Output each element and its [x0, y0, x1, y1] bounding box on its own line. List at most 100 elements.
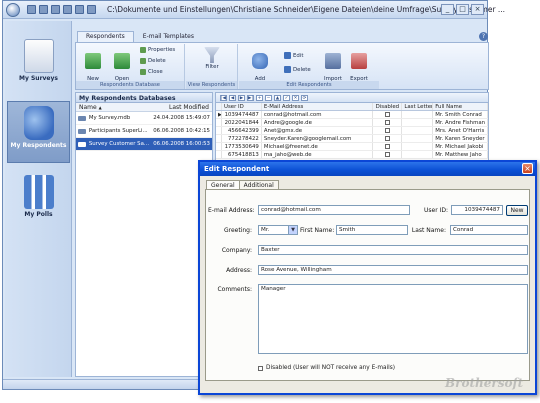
database-name: Survey Customer Sa... — [88, 141, 150, 147]
cancel-record-button[interactable]: ✕ — [292, 95, 299, 101]
app-menu-button[interactable] — [6, 3, 20, 17]
people-icon — [23, 106, 54, 140]
prev-record-button[interactable]: ◀ — [229, 95, 236, 101]
close-database-button[interactable]: Close — [140, 69, 163, 75]
cell-full-name: Mr. Matthew Jaho — [433, 151, 489, 158]
cell-email: Anet@gmx.de — [262, 127, 374, 134]
edit-label: Edit — [293, 52, 304, 59]
refresh-button[interactable]: ⟳ — [301, 95, 308, 101]
tab-email-templates[interactable]: E-mail Templates — [134, 31, 203, 42]
email-field[interactable]: conrad@hotmail.com — [258, 205, 410, 215]
open-icon[interactable] — [39, 5, 48, 14]
cell-full-name: Mr. Michael Jakobi — [433, 143, 489, 150]
new-id-button[interactable]: New — [506, 205, 528, 216]
disabled-checkbox[interactable] — [384, 152, 390, 157]
address-label: Address: — [226, 267, 252, 274]
new-icon[interactable] — [27, 5, 36, 14]
sort-asc-icon: ▲ — [98, 105, 102, 110]
delete-database-button[interactable]: Delete — [140, 58, 166, 64]
delete-user-icon — [284, 66, 291, 73]
delete-label: Delete — [293, 66, 311, 73]
table-row[interactable]: 2022041844 Andre@google.de Mr. Andre Fis… — [216, 119, 489, 127]
help-icon[interactable]: ? — [479, 32, 488, 41]
edit-respondent-button[interactable]: Edit — [284, 52, 303, 59]
save-icon[interactable] — [51, 5, 60, 14]
general-panel: E-mail Address: conrad@hotmail.com User … — [205, 189, 530, 381]
company-field[interactable]: Baxter — [258, 245, 528, 255]
database-name: My Survey.mdb — [88, 115, 131, 121]
nav-label: My Respondents — [10, 142, 67, 149]
database-row[interactable]: Participants SuperLi... 06.06.2008 10:42:… — [76, 125, 212, 138]
database-date: 24.04.2008 15:49:07 — [153, 115, 210, 121]
disabled-checkbox[interactable] — [384, 120, 390, 125]
add-user-icon — [252, 53, 268, 69]
export-icon — [351, 53, 367, 69]
next-record-button[interactable]: ▶ — [238, 95, 245, 101]
print-icon[interactable] — [63, 5, 72, 14]
cell-disabled — [373, 111, 403, 118]
quick-access-toolbar — [27, 5, 96, 14]
cell-user-id: 1773530649 — [222, 143, 262, 150]
close-button[interactable]: × — [471, 4, 484, 15]
cell-user-id: 1039474487 — [222, 111, 262, 118]
panel-title: My Respondents Databases — [76, 93, 212, 103]
cell-disabled — [373, 127, 403, 134]
col-full-name[interactable]: Full Name — [433, 103, 489, 110]
table-row[interactable]: 675418813 ma_jaho@web.de Mr. Matthew Jah… — [216, 151, 489, 159]
close-database-label: Close — [148, 69, 163, 75]
maximize-button[interactable]: □ — [456, 4, 469, 15]
nav-my-polls[interactable]: My Polls — [7, 171, 70, 227]
table-row[interactable]: 456642399 Anet@gmx.de Mrs. Anet O'Harris — [216, 127, 489, 135]
address-field[interactable]: Rose Avenue, Willingham — [258, 265, 528, 275]
disabled-option[interactable]: Disabled (User will NOT receive any E-ma… — [258, 365, 395, 371]
col-modified-header[interactable]: Last Modified — [169, 104, 209, 111]
col-name-header[interactable]: Name ▲ — [79, 104, 102, 111]
database-icon — [78, 115, 86, 121]
title-bar: C:\Dokumente und Einstellungen\Christian… — [3, 1, 505, 19]
edit-respondent-dialog: Edit Respondent × General Additional E-m… — [198, 160, 537, 395]
database-row[interactable]: My Survey.mdb 24.04.2008 15:49:07 — [76, 112, 212, 125]
disabled-checkbox[interactable] — [384, 136, 390, 141]
firstname-field[interactable]: Smith — [336, 225, 408, 235]
redo-icon[interactable] — [87, 5, 96, 14]
delete-respondent-button[interactable]: Delete — [284, 66, 311, 73]
last-record-button[interactable]: ▶| — [247, 95, 254, 101]
cell-email: Sneyder.Karen@googlemail.com — [262, 135, 374, 142]
database-date: 06.06.2008 10:42:15 — [153, 128, 210, 134]
cell-last-letter — [402, 143, 434, 150]
delete-database-label: Delete — [148, 58, 166, 64]
lastname-field[interactable]: Conrad — [450, 225, 528, 235]
delete-record-button[interactable]: − — [265, 95, 272, 101]
nav-my-respondents[interactable]: My Respondents — [7, 101, 70, 163]
col-user-id[interactable]: User ID — [222, 103, 262, 110]
col-last-letter[interactable]: Last Letter — [402, 103, 434, 110]
undo-icon[interactable] — [75, 5, 84, 14]
table-row[interactable]: 1773530649 Michael@freenet.de Mr. Michae… — [216, 143, 489, 151]
col-disabled[interactable]: Disabled — [373, 103, 403, 110]
database-row-selected[interactable]: Survey Customer Sa... 06.06.2008 16:00:53 — [76, 138, 212, 151]
filter-button[interactable]: Filter — [199, 47, 225, 70]
greeting-select[interactable]: Mr. ▼ — [258, 225, 298, 235]
userid-field[interactable]: 1039474487 — [451, 205, 503, 215]
disabled-checkbox[interactable] — [258, 365, 263, 371]
nav-my-surveys[interactable]: My Surveys — [7, 35, 70, 91]
edit-record-button[interactable]: ▲ — [274, 95, 281, 101]
post-record-button[interactable]: ✓ — [283, 95, 290, 101]
minimize-button[interactable]: _ — [441, 4, 454, 15]
dialog-title: Edit Respondent — [200, 162, 535, 176]
disabled-checkbox[interactable] — [384, 128, 390, 133]
first-record-button[interactable]: |◀ — [220, 95, 227, 101]
comments-textarea[interactable]: Manager — [258, 284, 528, 354]
disabled-checkbox[interactable] — [384, 144, 390, 149]
col-email[interactable]: E-Mail Address — [262, 103, 374, 110]
nav-label: My Polls — [24, 211, 53, 218]
insert-record-button[interactable]: + — [256, 95, 263, 101]
tab-respondents[interactable]: Respondents — [77, 31, 134, 42]
dialog-close-button[interactable]: × — [522, 163, 533, 174]
properties-button[interactable]: Properties — [140, 47, 175, 53]
table-row[interactable]: ▶ 1039474487 conrad@hotmail.com Mr. Smit… — [216, 111, 489, 119]
funnel-icon — [204, 47, 220, 63]
chevron-down-icon[interactable]: ▼ — [288, 226, 297, 234]
disabled-checkbox[interactable] — [384, 112, 390, 117]
table-row[interactable]: 772278422 Sneyder.Karen@googlemail.com M… — [216, 135, 489, 143]
